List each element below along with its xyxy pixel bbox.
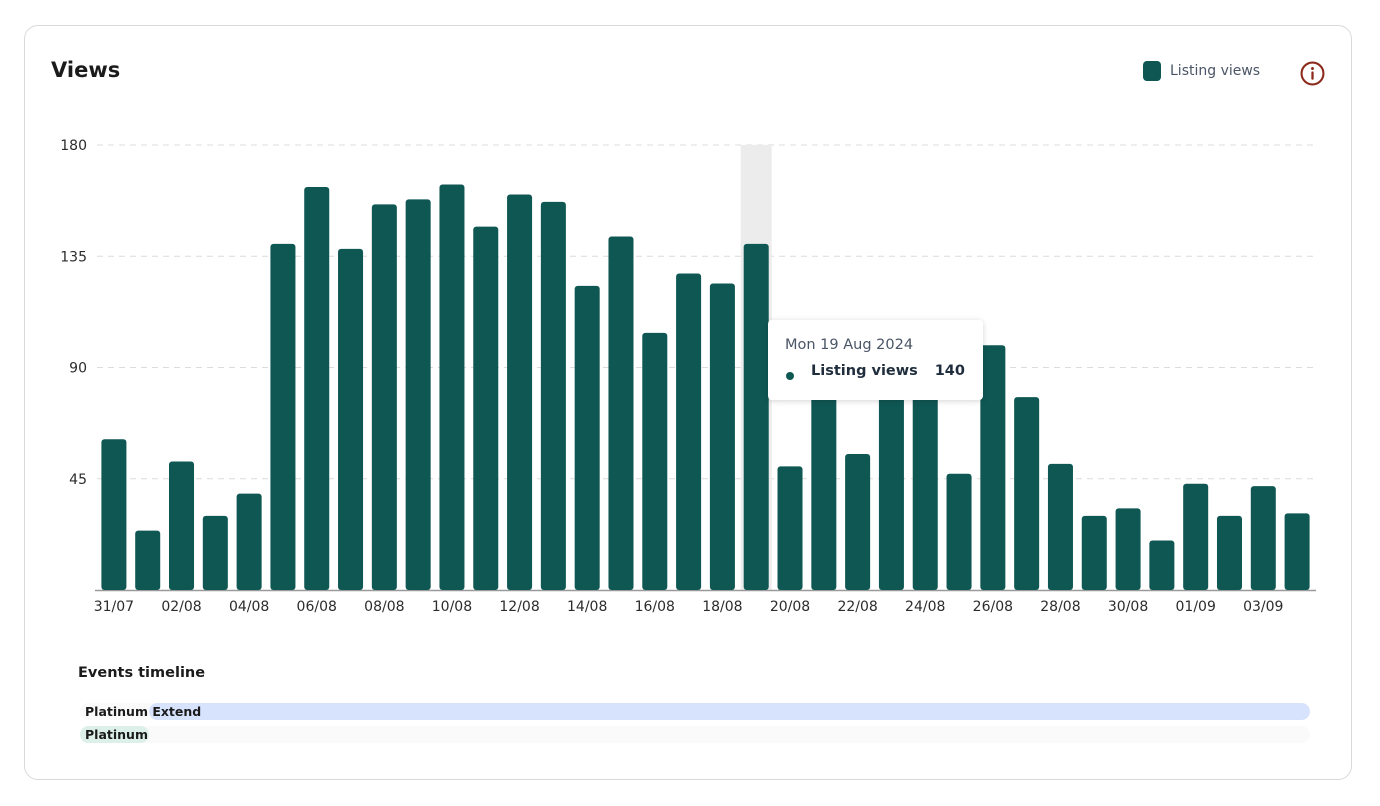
bar-19/08[interactable] <box>743 243 769 590</box>
bar-30/08[interactable] <box>1115 508 1141 590</box>
chart-tooltip: Mon 19 Aug 2024 Listing views 140 <box>768 320 983 400</box>
bar-12/08[interactable] <box>507 194 533 590</box>
y-tick-label: 180 <box>60 138 87 154</box>
bar-03/09[interactable] <box>1250 486 1276 590</box>
tooltip-series-dot <box>786 372 794 380</box>
x-axis-labels: 31/07 02/08 04/08 06/08 08/08 10/08 12/08 14/08… <box>94 599 1284 615</box>
bar-25/08[interactable] <box>946 473 972 590</box>
x-tick-label: 03/09 <box>1243 599 1283 615</box>
bar-16/08[interactable] <box>642 332 668 590</box>
x-tick-label: 26/08 <box>973 599 1013 615</box>
x-tick-label: 24/08 <box>905 599 945 615</box>
x-tick-label: 04/08 <box>229 599 269 615</box>
bar-27/08[interactable] <box>1014 397 1040 590</box>
x-tick-label: 31/07 <box>94 599 134 615</box>
x-tick-label: 16/08 <box>635 599 675 615</box>
bar-01/09[interactable] <box>1183 483 1209 590</box>
y-tick-label: 135 <box>60 249 87 265</box>
bar-10/08[interactable] <box>439 184 465 591</box>
bar-14/08[interactable] <box>574 285 600 590</box>
bar-13/08[interactable] <box>540 201 566 590</box>
tooltip-date: Mon 19 Aug 2024 <box>785 337 914 353</box>
bar-05/08[interactable] <box>270 243 296 590</box>
bar-22/08[interactable] <box>845 454 871 590</box>
y-tick-label: 45 <box>69 472 87 488</box>
bar-02/09[interactable] <box>1216 515 1242 590</box>
x-tick-label: 12/08 <box>499 599 539 615</box>
events-timeline-title: Events timeline <box>78 665 206 681</box>
bar-31/07[interactable] <box>101 439 127 590</box>
bar-02/08[interactable] <box>169 461 195 590</box>
x-tick-label: 28/08 <box>1040 599 1080 615</box>
bar-17/08[interactable] <box>676 273 702 590</box>
bars <box>101 184 1310 591</box>
bar-11/08[interactable] <box>473 226 499 591</box>
bar-18/08[interactable] <box>709 283 735 590</box>
x-tick-label: 08/08 <box>364 599 404 615</box>
event-track-platinum <box>80 726 1310 743</box>
x-tick-label: 22/08 <box>837 599 877 615</box>
event-label-platinum-extend: Platinum Extend <box>85 704 202 719</box>
bar-23/08[interactable] <box>878 392 904 590</box>
bar-31/08[interactable] <box>1149 540 1175 590</box>
bar-20/08[interactable] <box>777 466 803 590</box>
bar-09/08[interactable] <box>405 199 431 590</box>
bar-07/08[interactable] <box>338 248 364 591</box>
bar-15/08[interactable] <box>608 236 634 590</box>
bar-06/08[interactable] <box>304 187 330 590</box>
x-tick-label: 10/08 <box>432 599 472 615</box>
bar-24/08[interactable] <box>912 397 938 590</box>
x-tick-label: 20/08 <box>770 599 810 615</box>
bar-08/08[interactable] <box>371 204 397 591</box>
y-axis-labels: 45 90 135 180 <box>60 138 87 488</box>
bar-04/08[interactable] <box>236 493 262 590</box>
x-tick-label: 18/08 <box>702 599 742 615</box>
y-tick-label: 90 <box>69 361 87 377</box>
x-tick-label: 14/08 <box>567 599 607 615</box>
bar-21/08[interactable] <box>811 379 837 590</box>
tooltip-value: 140 <box>934 363 965 379</box>
event-bar-platinum-extend[interactable] <box>148 703 1310 720</box>
event-track-platinum-extend <box>80 703 1310 720</box>
x-tick-label: 06/08 <box>297 599 337 615</box>
x-tick-label: 02/08 <box>161 599 201 615</box>
bar-03/08[interactable] <box>202 515 228 590</box>
x-tick-label: 30/08 <box>1108 599 1148 615</box>
bar-04/09[interactable] <box>1284 513 1310 590</box>
bar-chart[interactable]: 45 90 135 180 31/07 02/08 04/08 06/08 08/08 10/0… <box>0 0 1380 650</box>
bar-28/08[interactable] <box>1047 463 1073 590</box>
event-label-platinum: Platinum <box>85 727 148 742</box>
tooltip-series-label: Listing views <box>811 363 918 379</box>
bar-01/08[interactable] <box>135 530 161 590</box>
x-tick-label: 01/09 <box>1176 599 1216 615</box>
bar-26/08[interactable] <box>980 345 1006 590</box>
bar-29/08[interactable] <box>1081 515 1107 590</box>
